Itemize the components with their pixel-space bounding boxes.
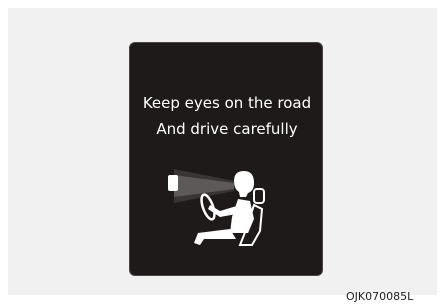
- driver-attention-icon: [168, 169, 265, 246]
- figure-code: OJK070085L: [346, 290, 414, 303]
- warning-message-line-1: Keep eyes on the road: [142, 94, 312, 112]
- cluster-display: Keep eyes on the road And drive carefull…: [129, 42, 323, 276]
- warning-message-line-2: And drive carefully: [156, 120, 298, 138]
